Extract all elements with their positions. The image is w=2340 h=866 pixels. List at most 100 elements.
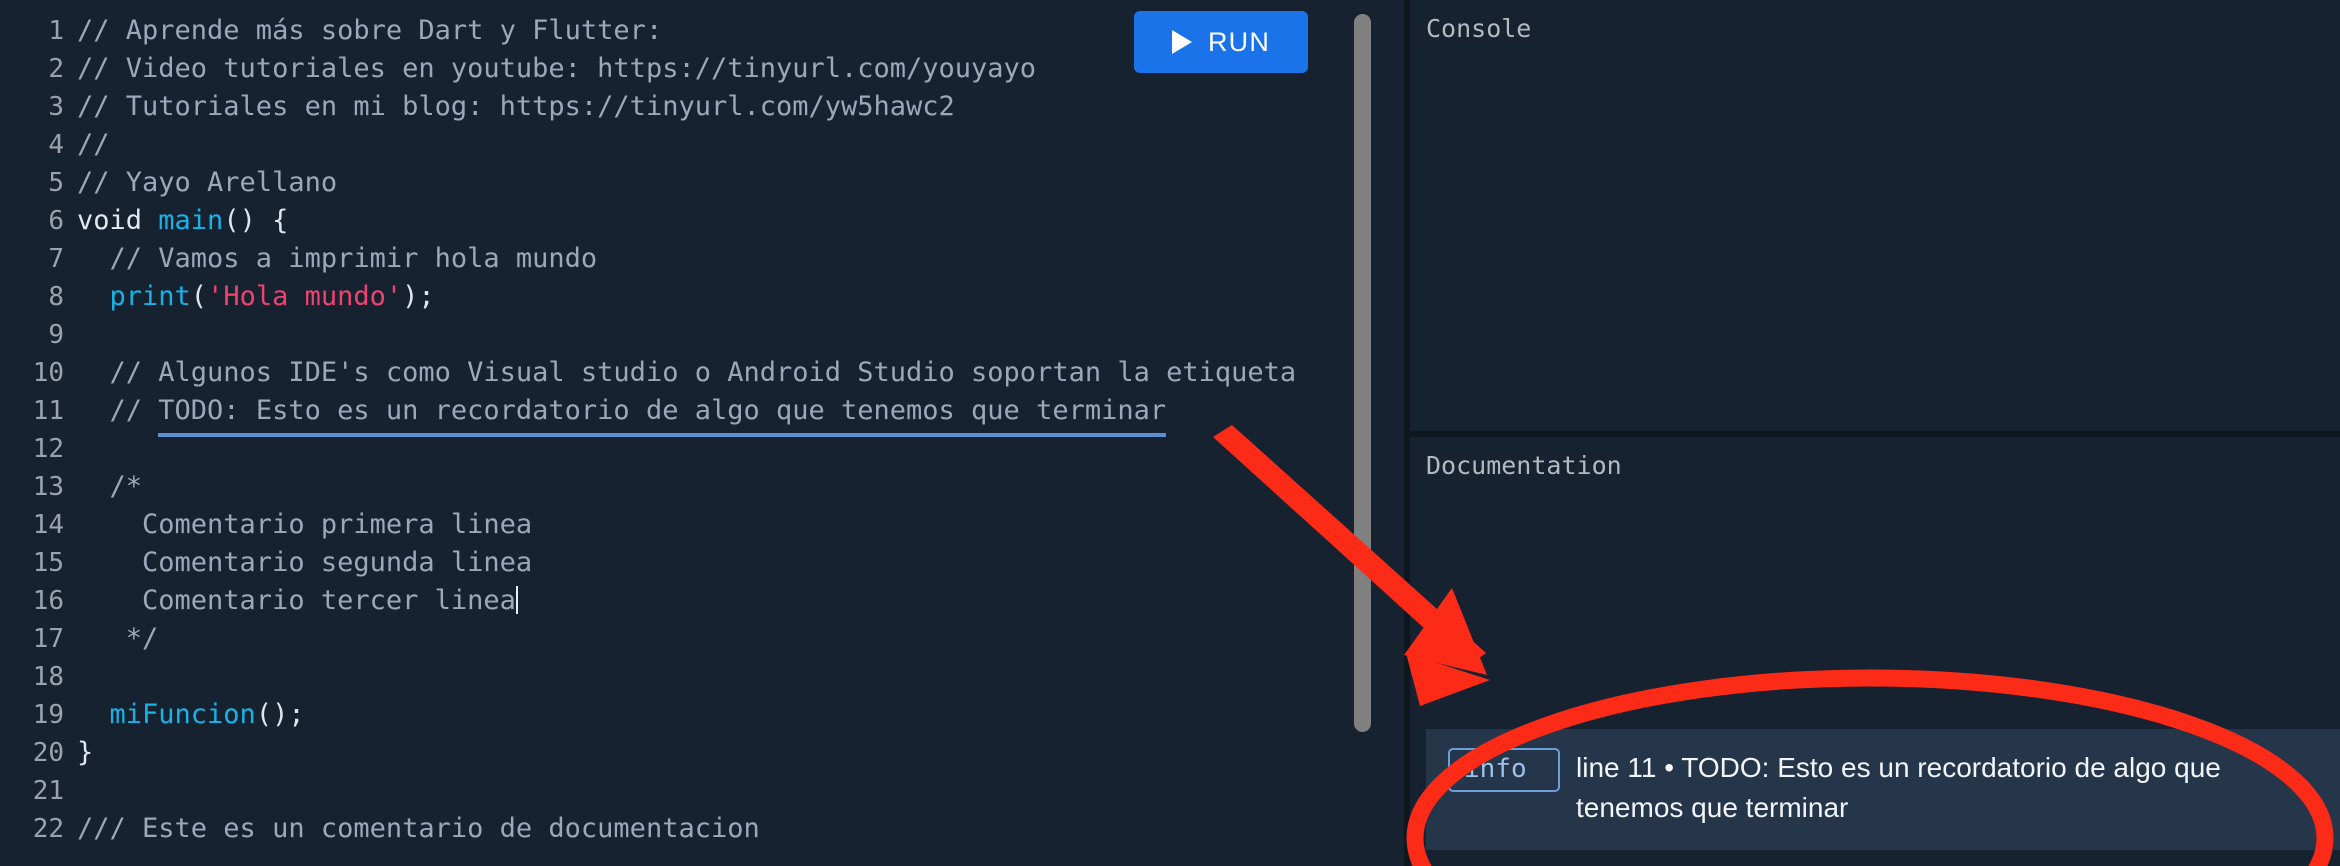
code-line[interactable]: 17 */ bbox=[0, 620, 1404, 658]
code-line[interactable]: 9 bbox=[0, 316, 1404, 354]
doc-info-card[interactable]: info line 11 • TODO: Esto es un recordat… bbox=[1426, 729, 2340, 850]
code-token: } bbox=[77, 737, 94, 768]
code-token: print bbox=[109, 281, 191, 312]
line-number: 2 bbox=[48, 54, 64, 84]
code-line[interactable]: 10 // Algunos IDE's como Visual studio o… bbox=[0, 354, 1404, 392]
run-button[interactable]: RUN bbox=[1134, 11, 1308, 73]
documentation-panel-title: Documentation bbox=[1426, 451, 1622, 480]
documentation-panel[interactable]: Documentation info line 11 • TODO: Esto … bbox=[1410, 437, 2340, 866]
code-token: // bbox=[77, 129, 110, 160]
code-line[interactable]: 6 void main() { bbox=[0, 202, 1404, 240]
code-line-text[interactable]: // bbox=[64, 126, 110, 164]
code-token: /// Este es un comentario de documentaci… bbox=[77, 813, 760, 844]
code-token: // Yayo Arellano bbox=[77, 167, 338, 198]
code-line-text[interactable]: // Yayo Arellano bbox=[64, 164, 337, 202]
line-number: 12 bbox=[32, 434, 64, 464]
line-number: 16 bbox=[32, 586, 64, 616]
code-line-text[interactable]: void main() { bbox=[64, 202, 288, 240]
code-token: miFuncion bbox=[109, 699, 256, 730]
line-number: 18 bbox=[32, 662, 64, 692]
code-token: // Aprende más sobre Dart y Flutter: bbox=[77, 15, 663, 46]
code-token: main bbox=[158, 205, 224, 236]
code-line-text[interactable]: /* bbox=[64, 468, 143, 506]
editor-scrollbar-thumb[interactable] bbox=[1354, 14, 1371, 732]
line-number: 21 bbox=[32, 776, 64, 806]
info-badge: info bbox=[1448, 748, 1560, 792]
code-line[interactable]: 22 /// Este es un comentario de documenta… bbox=[0, 810, 1404, 848]
play-icon bbox=[1171, 30, 1192, 54]
todo-tag-text: TODO: Esto es un recordatorio de algo qu… bbox=[158, 392, 1166, 437]
code-line[interactable]: 7 // Vamos a imprimir hola mundo bbox=[0, 240, 1404, 278]
code-token: // Algunos IDE's como Visual studio o An… bbox=[77, 357, 1297, 388]
code-token: // Vamos a imprimir hola mundo bbox=[77, 243, 598, 274]
run-button-label: RUN bbox=[1207, 26, 1271, 57]
code-token: // Video tutoriales en youtube: https://… bbox=[77, 53, 1037, 84]
code-line[interactable]: 15 Comentario segunda linea bbox=[0, 544, 1404, 582]
line-number: 22 bbox=[32, 814, 64, 844]
code-line[interactable]: 3 // Tutoriales en mi blog: https://tinyu… bbox=[0, 88, 1404, 126]
code-token: (); bbox=[255, 699, 305, 730]
line-number: 11 bbox=[32, 396, 64, 426]
code-line-text[interactable]: // TODO: Esto es un recordatorio de algo… bbox=[64, 392, 1166, 437]
editor-vertical-scrollbar[interactable] bbox=[1354, 14, 1371, 852]
code-line[interactable]: 14 Comentario primera linea bbox=[0, 506, 1404, 544]
code-token: Comentario primera linea bbox=[77, 509, 533, 540]
code-line-text[interactable]: miFuncion(); bbox=[64, 696, 305, 734]
code-token: ); bbox=[402, 281, 435, 312]
line-number: 9 bbox=[48, 320, 64, 350]
code-token: Comentario segunda linea bbox=[77, 547, 533, 578]
code-line-text[interactable]: // Video tutoriales en youtube: https://… bbox=[64, 50, 1036, 88]
line-number: 6 bbox=[48, 206, 64, 236]
code-line[interactable]: 16 Comentario tercer linea bbox=[0, 582, 1404, 620]
code-line-text[interactable]: // Aprende más sobre Dart y Flutter: bbox=[64, 12, 662, 50]
line-number: 13 bbox=[32, 472, 64, 502]
code-line[interactable]: 13 /* bbox=[0, 468, 1404, 506]
line-number: 3 bbox=[48, 92, 64, 122]
line-number: 14 bbox=[32, 510, 64, 540]
code-line[interactable]: 8 print('Hola mundo'); bbox=[0, 278, 1404, 316]
code-line-text[interactable]: // Tutoriales en mi blog: https://tinyur… bbox=[64, 88, 955, 126]
line-number: 10 bbox=[32, 358, 64, 388]
right-pane: Console Documentation info line 11 • TOD… bbox=[1410, 0, 2340, 866]
code-token: // bbox=[77, 395, 159, 426]
code-editor-pane[interactable]: 1 // Aprende más sobre Dart y Flutter: 2 //… bbox=[0, 0, 1404, 866]
code-line-text[interactable]: } bbox=[64, 734, 93, 772]
code-line[interactable]: 18 bbox=[0, 658, 1404, 696]
code-token: void bbox=[77, 205, 159, 236]
code-token: ( bbox=[190, 281, 208, 312]
code-line[interactable]: 5 // Yayo Arellano bbox=[0, 164, 1404, 202]
code-line-text[interactable]: print('Hola mundo'); bbox=[64, 278, 435, 316]
line-number: 7 bbox=[48, 244, 64, 274]
code-line-text[interactable]: Comentario segunda linea bbox=[64, 544, 532, 582]
code-line-text[interactable]: Comentario tercer linea bbox=[64, 582, 518, 620]
console-panel[interactable]: Console bbox=[1410, 0, 2340, 431]
code-line[interactable]: 4 // bbox=[0, 126, 1404, 164]
line-number: 1 bbox=[48, 16, 64, 46]
code-line-text[interactable]: /// Este es un comentario de documentaci… bbox=[64, 810, 760, 848]
code-token: Comentario tercer linea bbox=[77, 585, 516, 616]
line-number: 20 bbox=[32, 738, 64, 768]
code-line-text[interactable]: // Vamos a imprimir hola mundo bbox=[64, 240, 598, 278]
code-line-text[interactable]: */ bbox=[64, 620, 159, 658]
code-token: 'Hola mundo' bbox=[207, 281, 403, 312]
line-number: 15 bbox=[32, 548, 64, 578]
code-editor-content[interactable]: 1 // Aprende más sobre Dart y Flutter: 2 //… bbox=[0, 12, 1404, 848]
code-line[interactable]: 11 // TODO: Esto es un recordatorio de a… bbox=[0, 392, 1404, 437]
console-panel-title: Console bbox=[1426, 14, 1532, 43]
code-line[interactable]: 20} bbox=[0, 734, 1404, 772]
code-line[interactable]: 21 bbox=[0, 772, 1404, 810]
code-token: () { bbox=[223, 205, 289, 236]
line-number: 17 bbox=[32, 624, 64, 654]
info-card-text: line 11 • TODO: Esto es un recordatorio … bbox=[1576, 752, 2221, 823]
code-line-text[interactable]: // Algunos IDE's como Visual studio o An… bbox=[64, 354, 1297, 392]
code-token: // Tutoriales en mi blog: https://tinyur… bbox=[77, 91, 955, 122]
line-number: 8 bbox=[48, 282, 64, 312]
line-number: 19 bbox=[32, 700, 64, 730]
code-token: /* bbox=[77, 471, 143, 502]
line-number: 4 bbox=[48, 130, 64, 160]
code-line-text[interactable]: Comentario primera linea bbox=[64, 506, 532, 544]
dartpad-app: 1 // Aprende más sobre Dart y Flutter: 2 //… bbox=[0, 0, 2340, 866]
code-line[interactable]: 19 miFuncion(); bbox=[0, 696, 1404, 734]
